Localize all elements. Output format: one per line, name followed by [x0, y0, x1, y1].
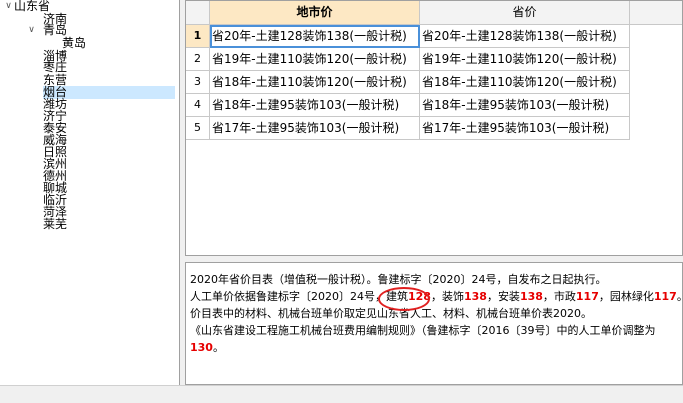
- cell-local-price[interactable]: 省18年-土建110装饰120(一般计税): [210, 71, 420, 94]
- status-strip: [0, 385, 683, 403]
- column-header-province-price[interactable]: 省价: [420, 1, 630, 25]
- decoration-label: 装饰: [441, 290, 464, 303]
- row-number[interactable]: 2: [186, 48, 210, 71]
- installation-value: 138: [519, 290, 543, 303]
- cell-province-price[interactable]: 省19年-土建110装饰120(一般计税): [420, 48, 630, 71]
- column-header-empty: [630, 1, 682, 25]
- row-number[interactable]: 3: [186, 71, 210, 94]
- description-panel: 2020年省价目表（增值税一般计税）。鲁建标字〔2020〕24号，自发布之日起执…: [185, 262, 683, 385]
- description-line-5: 130。: [190, 339, 678, 356]
- cell-local-price[interactable]: 省18年-土建95装饰103(一般计税): [210, 94, 420, 117]
- region-tree[interactable]: ∨ 山东省 济南 青岛 ∨ 黄岛 淄博 枣庄 东营 烟台 潍坊 济宁 泰安 威海 日照 滨州 德州 聊城 临沂菏…: [0, 0, 180, 385]
- adjusted-labor-value: 130: [190, 341, 213, 354]
- labor-basis-text: 人工单价依据鲁建标字〔2020〕24号，: [190, 290, 386, 303]
- collapse-toggle-icon[interactable]: ∨: [4, 2, 13, 11]
- cell-local-price[interactable]: 省19年-土建110装饰120(一般计税): [210, 48, 420, 71]
- landscape-label: 园林绿化: [609, 290, 654, 303]
- cell-province-price[interactable]: 省17年-土建95装饰103(一般计税): [420, 117, 630, 140]
- municipal-value: 117: [575, 290, 599, 303]
- description-line-1: 2020年省价目表（增值税一般计税）。鲁建标字〔2020〕24号，自发布之日起执…: [190, 273, 607, 286]
- cell-province-price[interactable]: 省18年-土建110装饰120(一般计税): [420, 71, 630, 94]
- column-header-local-price[interactable]: 地市价: [210, 1, 420, 25]
- grid-corner: [186, 1, 210, 25]
- construction-label: 建筑: [386, 290, 408, 303]
- cell-province-price[interactable]: 省18年-土建95装饰103(一般计税): [420, 94, 630, 117]
- decoration-value: 138: [463, 290, 487, 303]
- construction-value: 128: [408, 290, 431, 303]
- cell-local-price[interactable]: 省20年-土建128装饰138(一般计税): [210, 25, 420, 48]
- description-line-4: 《山东省建设工程施工机械台班费用编制规则》（鲁建标字〔2016〔39号〕中的人工…: [190, 324, 656, 337]
- collapse-toggle-icon[interactable]: ∨: [27, 26, 36, 35]
- cell-local-price[interactable]: 省17年-土建95装饰103(一般计税): [210, 117, 420, 140]
- row-number[interactable]: 5: [186, 117, 210, 140]
- row-number[interactable]: 1: [186, 25, 210, 48]
- description-line-2: 人工单价依据鲁建标字〔2020〕24号，建筑128，装饰138，安装138，市政…: [190, 290, 683, 303]
- row-number[interactable]: 4: [186, 94, 210, 117]
- municipal-label: 市政: [553, 290, 576, 303]
- description-line-3: 价目表中的材料、机械台班单价取定见山东省人工、材料、机械台班单价表2020。: [190, 307, 592, 320]
- price-grid[interactable]: 地市价 省价 1 省20年-土建128装饰138(一般计税) 省20年-土建128装…: [185, 0, 683, 256]
- line-end-punct: 。: [212, 341, 224, 354]
- landscape-value: 117: [653, 290, 677, 303]
- installation-label: 安装: [497, 290, 520, 303]
- cell-province-price[interactable]: 省20年-土建128装饰138(一般计税): [420, 25, 630, 48]
- tree-item[interactable]: 莱芜: [43, 218, 67, 231]
